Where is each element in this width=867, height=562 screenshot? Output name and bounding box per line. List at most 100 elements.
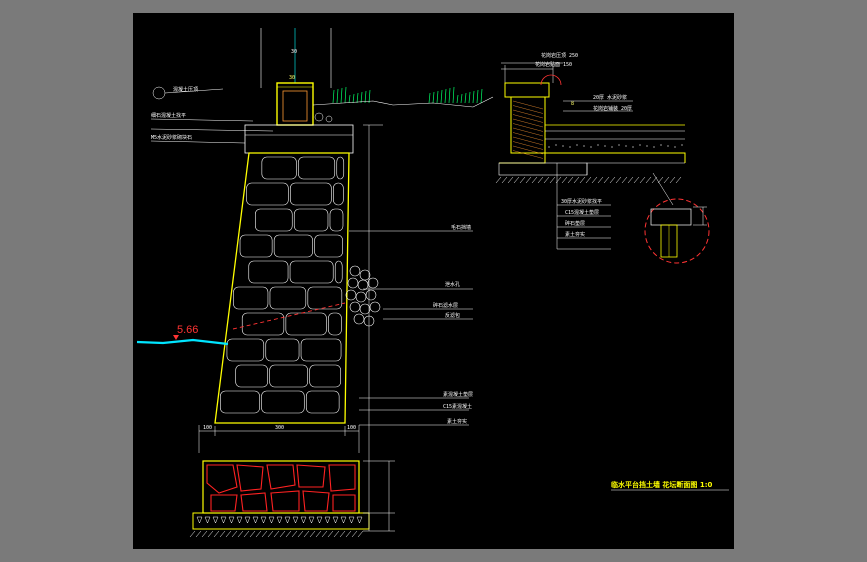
planter-hatch-line <box>512 132 544 141</box>
soil-mark <box>513 176 520 184</box>
soil-mark <box>531 176 538 184</box>
soil-mark <box>267 530 274 538</box>
slab-aggregate <box>590 146 592 148</box>
cad-viewport[interactable]: 30 30 5.66 100 300 100 混凝土压顶 细石混凝土找平 M5水… <box>133 13 734 549</box>
grass-blade <box>440 89 443 104</box>
planter-callout-coping: 花岗岩压顶 250 <box>541 52 578 59</box>
bedding-mark <box>252 516 259 524</box>
stone-block <box>334 260 343 284</box>
planter-dim-label: 8 <box>571 101 574 107</box>
planter-hatch-line <box>512 150 544 159</box>
stone-block <box>248 260 289 284</box>
soil-mark <box>243 530 250 538</box>
planter-hatch-line <box>512 136 544 146</box>
grass-blade <box>476 89 479 104</box>
planter-hatch-line <box>512 114 544 123</box>
stone-block <box>273 234 313 258</box>
slab-aggregate <box>667 145 669 147</box>
soil-mark <box>639 176 646 184</box>
slab-aggregate <box>674 146 676 148</box>
stone-block <box>269 286 307 310</box>
callout-weep-hole: 泄水孔 <box>445 281 460 288</box>
planter-hatch-line <box>512 141 544 150</box>
bedding-mark <box>204 516 211 524</box>
gravel-stone <box>355 291 367 303</box>
soil-mark <box>273 530 280 538</box>
soil-mark <box>195 530 202 538</box>
gravel-stone <box>359 269 371 281</box>
bedding-mark <box>324 516 331 524</box>
stone-block <box>293 208 329 232</box>
soil-mark <box>549 176 556 184</box>
cap-slab <box>244 112 354 154</box>
rubble-stone <box>240 492 268 512</box>
soil-mark <box>603 176 610 184</box>
stone-block <box>235 364 268 388</box>
bedding-mark <box>220 516 227 524</box>
grass-blade <box>464 92 467 104</box>
drawing-title: 临水平台挡土墙 花坛断面图 1:0 <box>611 480 713 489</box>
stone-block <box>226 338 265 362</box>
bedding-layer <box>189 512 370 538</box>
soil-mark <box>249 530 256 538</box>
grass-blade <box>428 92 431 104</box>
soil-mark <box>201 530 208 538</box>
stone-block <box>314 234 343 258</box>
grass-blade <box>436 90 439 104</box>
soil-mark <box>561 176 568 184</box>
grass-blade <box>460 93 463 104</box>
column-guides <box>260 28 332 88</box>
bedding-mark <box>316 516 323 524</box>
soil-mark <box>321 530 328 538</box>
stone-block <box>309 364 341 388</box>
grass-blade <box>456 94 459 104</box>
soil-mark <box>525 176 532 184</box>
grass-blade <box>348 94 351 104</box>
soil-mark <box>621 176 628 184</box>
slab-aggregate <box>562 145 564 147</box>
soil-mark <box>543 176 550 184</box>
planter-hatch-line <box>512 105 544 114</box>
bedding-mark <box>348 516 355 524</box>
callout-concrete: C15素混凝土 <box>443 403 472 410</box>
soil-mark <box>519 176 526 184</box>
slab-aggregate <box>583 145 585 147</box>
stone-block <box>265 338 300 362</box>
planter-callout-facing: 花岗岩贴面 150 <box>535 61 572 68</box>
soil-mark <box>585 176 592 184</box>
stone-block <box>305 390 340 414</box>
rubble-stone <box>328 464 356 492</box>
stone-block <box>333 182 344 206</box>
soil-mark <box>579 176 586 184</box>
soil-mark <box>207 530 214 538</box>
rubble-stone <box>332 494 356 512</box>
slab-aggregate <box>604 145 606 147</box>
bedding-mark <box>284 516 291 524</box>
bedding-mark <box>276 516 283 524</box>
gravel-stone <box>369 301 381 313</box>
grass-blade <box>352 93 355 104</box>
callout-bedding: 素混凝土垫层 <box>443 391 473 398</box>
grass-blade <box>468 91 471 104</box>
soil-mark <box>351 530 358 538</box>
callout-coping: 混凝土压顶 <box>173 86 198 93</box>
slab-aggregate <box>632 146 634 148</box>
soil-mark <box>261 530 268 538</box>
stone-block <box>241 312 285 336</box>
cad-drawing-canvas: 30 30 5.66 100 300 100 混凝土压顶 细石混凝土找平 M5水… <box>136 28 729 538</box>
base-dim-right: 100 <box>347 425 356 431</box>
bedding-mark <box>196 516 203 524</box>
soil-mark <box>327 530 334 538</box>
planter-callout-mortar: 20厚 水泥砂浆 <box>593 94 627 101</box>
slab-aggregate <box>611 146 613 148</box>
stone-block <box>289 260 334 284</box>
callout-leveling: 细石混凝土找平 <box>151 112 186 119</box>
slab-aggregate <box>660 144 662 146</box>
stone-block <box>269 364 308 388</box>
bedding-mark <box>340 516 347 524</box>
coping-width-label: 30 <box>289 75 295 81</box>
slab-aggregate <box>625 145 627 147</box>
slab-aggregate <box>639 144 641 146</box>
soil-mark <box>297 530 304 538</box>
stone-block <box>307 286 343 310</box>
